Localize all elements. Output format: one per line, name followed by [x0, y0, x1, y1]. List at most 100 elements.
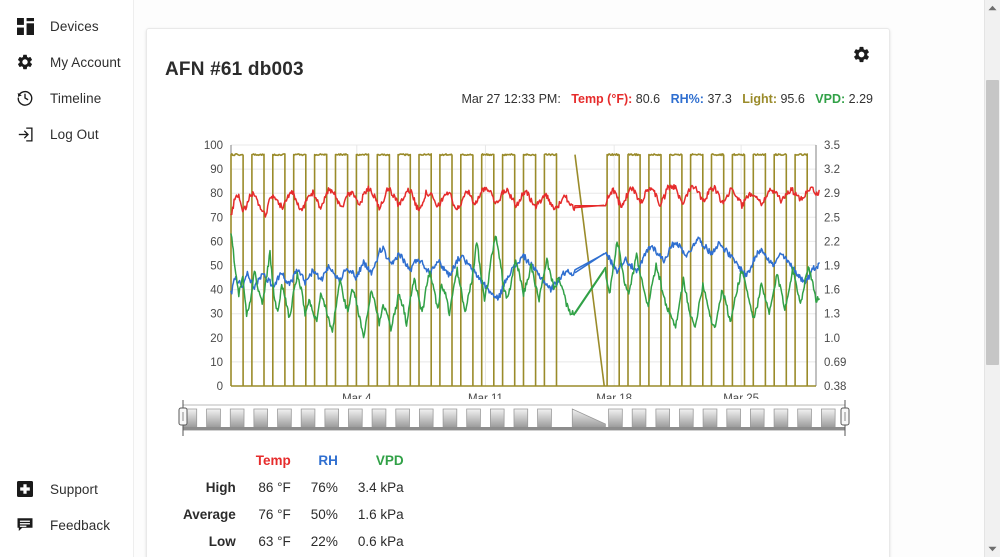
- sidebar-item-my-account[interactable]: My Account: [0, 44, 133, 80]
- sidebar: Devices My Account Timeline Log Out Supp…: [0, 0, 134, 557]
- svg-text:90: 90: [210, 164, 223, 176]
- chart-readout: Mar 27 12:33 PM: Temp (°F): 80.6 RH%: 37…: [165, 89, 873, 109]
- sidebar-item-devices[interactable]: Devices: [0, 8, 133, 44]
- svg-text:1.9: 1.9: [824, 261, 840, 273]
- readout-vpd-key: VPD: [815, 92, 841, 106]
- chevron-down-icon[interactable]: [985, 541, 1000, 557]
- support-icon: [14, 478, 36, 500]
- readout-light-value: 95.6: [780, 92, 805, 106]
- stats-header: Temp RH VPD: [173, 447, 414, 474]
- stats-col-vpd: VPD: [375, 453, 404, 468]
- sidebar-item-label: Timeline: [50, 90, 102, 106]
- stats-cell-rh: 22%: [310, 534, 338, 549]
- sidebar-item-feedback[interactable]: Feedback: [0, 507, 133, 543]
- svg-text:3.2: 3.2: [824, 164, 840, 176]
- readout-light-key: Light: [742, 92, 773, 106]
- stats-cell-vpd: 3.4 kPa: [357, 480, 404, 495]
- svg-text:2.5: 2.5: [824, 212, 840, 224]
- sidebar-item-log-out[interactable]: Log Out: [0, 116, 133, 152]
- page-scrollbar[interactable]: [984, 0, 1000, 557]
- readout-temp-value: 80.6: [635, 92, 661, 106]
- svg-text:80: 80: [210, 188, 223, 200]
- readout-timestamp: Mar 27 12:33 PM:: [461, 92, 561, 106]
- svg-text:30: 30: [210, 309, 223, 321]
- sidebar-item-label: Devices: [50, 18, 99, 34]
- scrollbar-thumb[interactable]: [986, 80, 999, 365]
- logout-icon: [14, 123, 36, 145]
- range-selector-canvas[interactable]: [169, 400, 859, 436]
- sidebar-item-label: My Account: [50, 54, 121, 70]
- stats-row-label: High: [205, 480, 236, 495]
- svg-text:1.6: 1.6: [824, 285, 840, 297]
- stats-corner-cell: [173, 447, 246, 474]
- sidebar-primary-nav: Devices My Account Timeline Log Out: [0, 8, 133, 152]
- chart-canvas[interactable]: 0 10 20 30 40 50 60 70 80 90 100 0.38 0.69 1.0 1.3 1.6 1…: [157, 109, 881, 399]
- table-row: Low 63 °F 22% 0.6 kPa: [173, 528, 414, 555]
- readout-rh-sep: :: [699, 92, 704, 106]
- readout-light-sep: :: [772, 92, 777, 106]
- stats-cell-temp: 63 °F: [258, 534, 291, 549]
- svg-text:Mar 4: Mar 4: [342, 393, 372, 399]
- readout-temp-sep: :: [628, 92, 633, 106]
- dashboard-icon: [14, 15, 36, 37]
- svg-text:Mar 11: Mar 11: [468, 393, 503, 399]
- gear-icon: [14, 51, 36, 73]
- svg-text:Mar 18: Mar 18: [596, 393, 632, 399]
- sidebar-item-label: Log Out: [50, 126, 99, 142]
- svg-text:20: 20: [210, 333, 223, 345]
- svg-text:60: 60: [210, 236, 223, 248]
- app-root: Devices My Account Timeline Log Out Supp…: [0, 0, 1000, 557]
- svg-text:2.2: 2.2: [824, 236, 840, 248]
- stats-cell-rh: 76%: [310, 480, 338, 495]
- svg-text:70: 70: [210, 212, 223, 224]
- stats-cell-temp: 76 °F: [258, 507, 291, 522]
- gear-icon: [852, 45, 871, 69]
- settings-gear-button[interactable]: [849, 45, 873, 69]
- readout-temp: Temp (°F): 80.6: [571, 92, 660, 106]
- svg-text:0.38: 0.38: [824, 381, 846, 393]
- page-title: AFN #61 db003: [165, 58, 304, 80]
- readout-light: Light: 95.6: [742, 92, 805, 106]
- chevron-up-icon[interactable]: [985, 0, 1000, 16]
- readout-vpd-sep: :: [841, 92, 846, 106]
- table-row: High 86 °F 76% 3.4 kPa: [173, 474, 414, 501]
- table-row: Average 76 °F 50% 1.6 kPa: [173, 501, 414, 528]
- readout-rh-key: RH%: [670, 92, 700, 106]
- stats-cell-temp: 86 °F: [258, 480, 291, 495]
- stats-col-temp: Temp: [255, 453, 291, 468]
- stats-cell-rh: 50%: [310, 507, 338, 522]
- sensor-timeseries-chart[interactable]: 0 10 20 30 40 50 60 70 80 90 100 0.38 0.69 1.0 1.3 1.6 1…: [157, 109, 881, 399]
- feedback-icon: [14, 514, 36, 536]
- svg-text:0.69: 0.69: [824, 357, 846, 369]
- readout-rh: RH%: 37.3: [671, 92, 732, 106]
- stats-row-label: Low: [208, 534, 236, 549]
- svg-text:3.5: 3.5: [824, 140, 840, 152]
- sidebar-item-timeline[interactable]: Timeline: [0, 80, 133, 116]
- stats-cell-vpd: 1.6 kPa: [357, 507, 404, 522]
- stats-body: High 86 °F 76% 3.4 kPa Average 76 °F 50%…: [173, 474, 414, 555]
- svg-text:Mar 25: Mar 25: [723, 393, 759, 399]
- sidebar-item-label: Support: [50, 481, 98, 497]
- svg-text:50: 50: [210, 261, 223, 273]
- svg-text:40: 40: [210, 285, 223, 297]
- device-card: AFN #61 db003 Mar 27 12:33 PM: Temp (°F)…: [146, 28, 890, 557]
- sidebar-item-support[interactable]: Support: [0, 471, 133, 507]
- readout-temp-key: Temp (°F): [571, 92, 629, 106]
- readout-vpd-value: 2.29: [848, 92, 873, 106]
- summary-stats-table: Temp RH VPD High 86 °F 76% 3.4 kPa Avera…: [173, 447, 414, 555]
- readout-vpd: VPD: 2.29: [815, 92, 873, 106]
- svg-text:0: 0: [217, 381, 223, 393]
- stats-cell-vpd: 0.6 kPa: [357, 534, 404, 549]
- svg-text:10: 10: [210, 357, 223, 369]
- stats-row-label: Average: [183, 507, 236, 522]
- stats-col-rh: RH: [318, 453, 338, 468]
- svg-text:1.0: 1.0: [824, 333, 840, 345]
- svg-text:2.9: 2.9: [824, 188, 840, 200]
- sidebar-secondary-nav: Support Feedback: [0, 471, 133, 543]
- svg-text:1.3: 1.3: [824, 309, 840, 321]
- chart-range-selector[interactable]: [169, 400, 859, 436]
- history-icon: [14, 87, 36, 109]
- readout-rh-value: 37.3: [707, 92, 732, 106]
- sidebar-item-label: Feedback: [50, 517, 111, 533]
- table-header-row: Temp RH VPD: [173, 447, 414, 474]
